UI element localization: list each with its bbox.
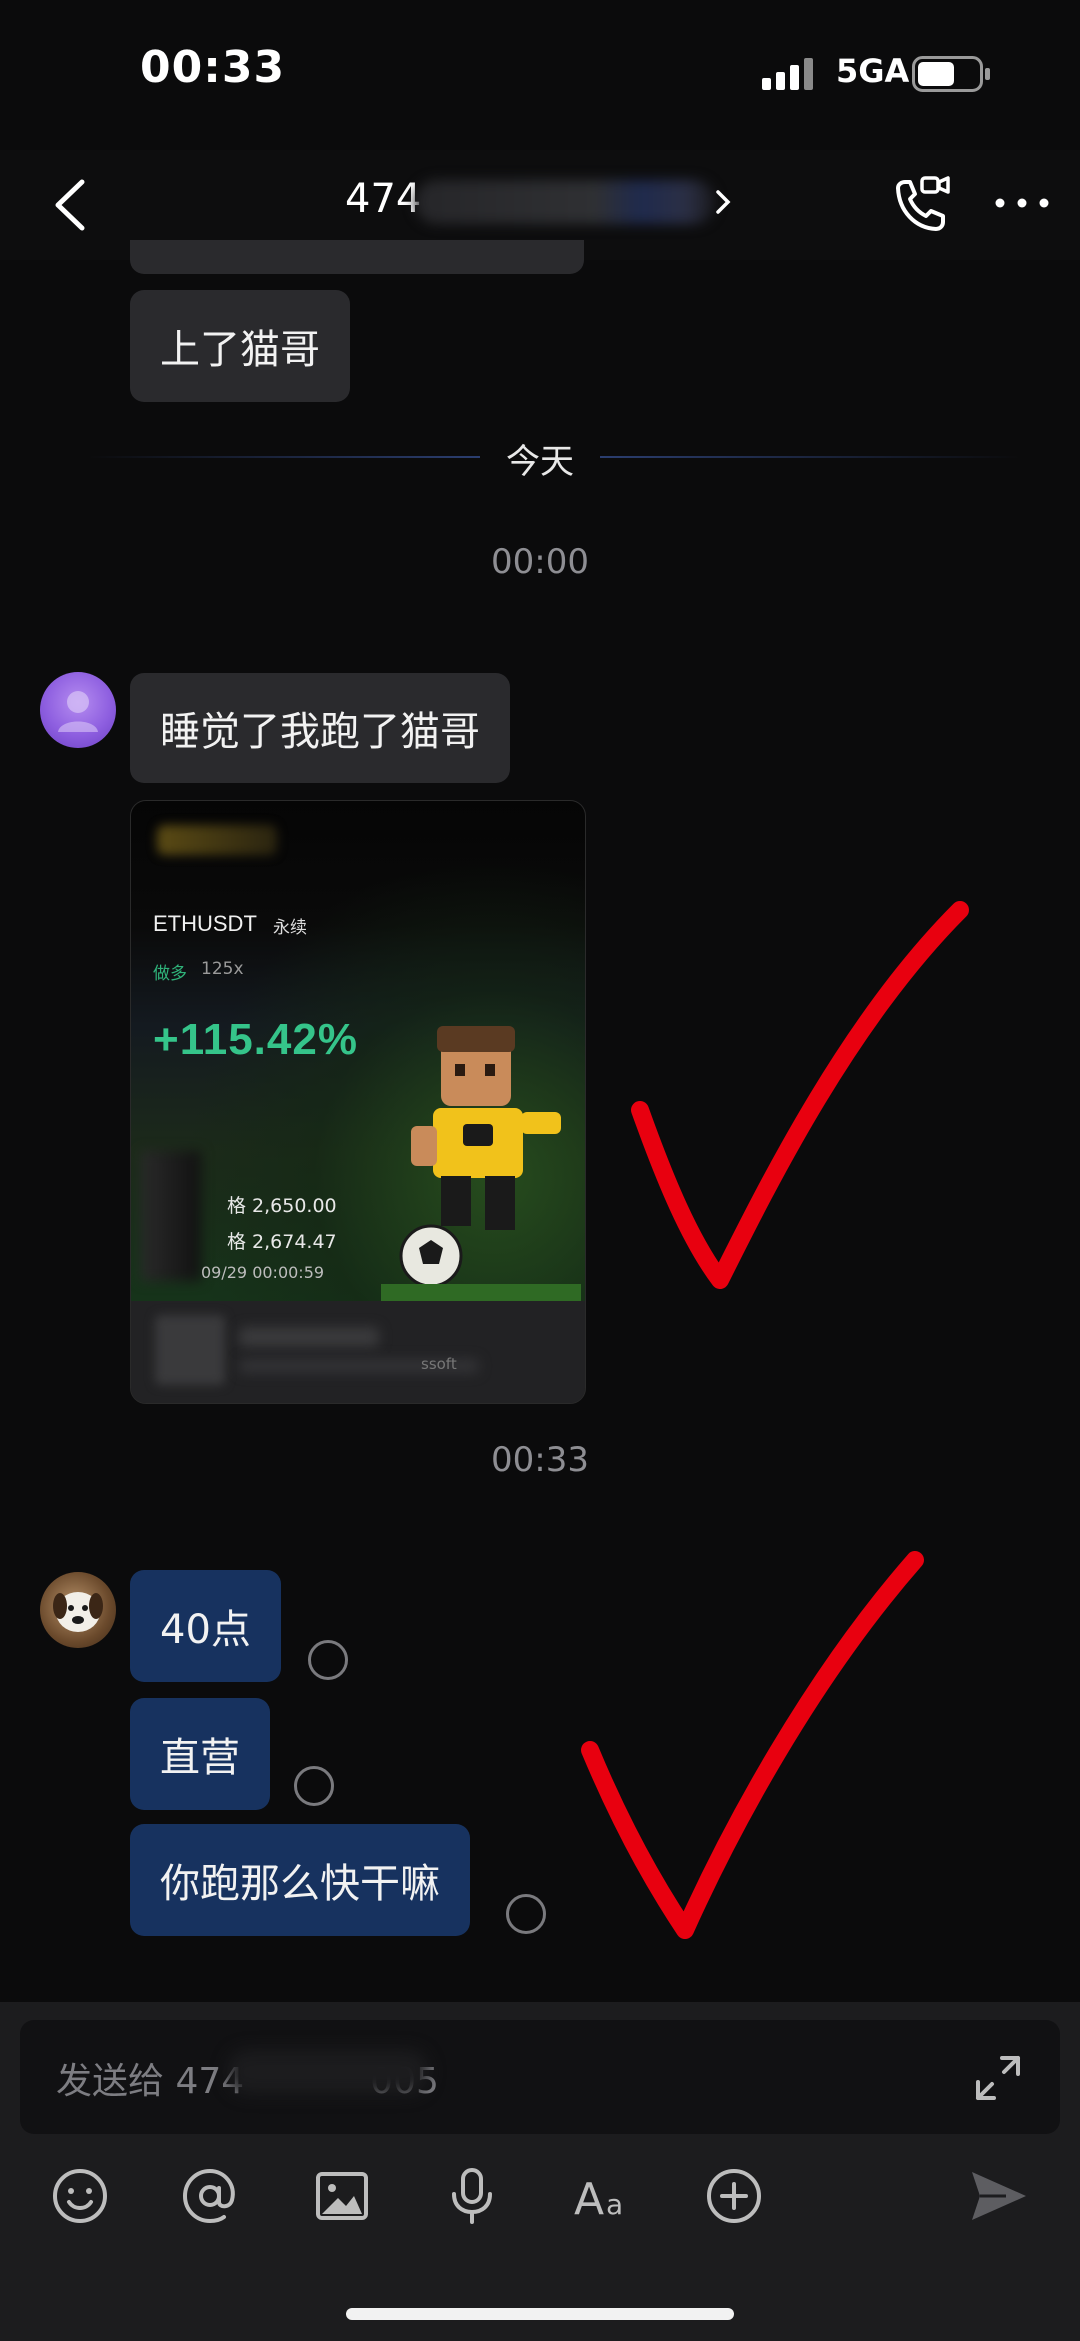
phone-video-icon[interactable] — [888, 174, 954, 234]
poster-leverage: 125x — [201, 959, 244, 979]
send-icon[interactable] — [966, 2164, 1030, 2228]
redacted-thumbnail — [155, 1315, 225, 1385]
message-bubble[interactable]: 睡觉了我跑了猫哥 — [130, 673, 510, 783]
message-timestamp: 00:33 — [491, 1440, 589, 1480]
emoji-icon[interactable] — [48, 2164, 112, 2228]
divider-line — [88, 456, 480, 458]
footballer-illustration — [381, 1026, 581, 1306]
dog-avatar-icon — [53, 1592, 103, 1632]
redacted-recipient — [228, 2050, 428, 2094]
mention-icon[interactable] — [178, 2164, 242, 2228]
redacted-title — [415, 180, 715, 224]
avatar[interactable] — [40, 672, 116, 748]
shared-image-card[interactable]: ETHUSDT 永续 做多 125x +115.42% 格 2,650.00 格… — [130, 800, 586, 1404]
poster-mark-price: 格 2,674.47 — [227, 1231, 337, 1253]
poster-pair: ETHUSDT — [153, 911, 257, 936]
poster-side: 做多 — [153, 964, 187, 984]
exchange-logo — [157, 825, 277, 855]
message-timestamp: 00:00 — [491, 542, 589, 582]
trade-poster: ETHUSDT 永续 做多 125x +115.42% 格 2,650.00 格… — [131, 801, 585, 1306]
person-icon — [58, 691, 98, 732]
expand-icon[interactable] — [970, 2050, 1026, 2106]
poster-contract: 永续 — [273, 918, 307, 938]
placeholder-text: 发送给 474 — [56, 2061, 245, 2102]
plus-circle-icon[interactable] — [702, 2164, 766, 2228]
signal-icon — [762, 58, 813, 90]
poster-entry-price: 格 2,650.00 — [227, 1195, 337, 1217]
back-button[interactable] — [44, 170, 100, 240]
check-mark-annotation — [631, 901, 969, 1289]
card-footer-text: ssoft — [421, 1355, 457, 1373]
image-icon[interactable] — [310, 2164, 374, 2228]
poster-date: 09/29 00:00:59 — [201, 1263, 325, 1282]
svg-text:A: A — [574, 2174, 604, 2225]
message-bubble-partial — [130, 240, 584, 274]
battery-icon — [912, 56, 990, 92]
avatar[interactable] — [40, 1572, 116, 1648]
card-footer: ssoft — [131, 1301, 585, 1403]
poster-gain: +115.42% — [153, 1015, 358, 1064]
chevron-right-icon[interactable] — [712, 184, 734, 220]
text-format-icon[interactable]: A a — [572, 2164, 636, 2228]
message-bubble[interactable]: 上了猫哥 — [130, 290, 350, 402]
home-indicator[interactable] — [346, 2308, 734, 2320]
message-bubble-sent[interactable]: 直营 — [130, 1698, 270, 1810]
redacted-labels — [141, 1151, 201, 1281]
network-label: 5GA — [836, 52, 910, 90]
message-bubble-sent[interactable]: 40点 — [130, 1570, 281, 1682]
unread-status-icon — [294, 1766, 334, 1806]
check-mark-annotation — [581, 1551, 924, 1939]
divider-line — [600, 456, 1020, 458]
more-button[interactable] — [990, 188, 1054, 218]
message-bubble-sent[interactable]: 你跑那么快干嘛 — [130, 1824, 470, 1936]
unread-status-icon — [506, 1894, 546, 1934]
svg-text:a: a — [606, 2188, 623, 2221]
date-divider-label: 今天 — [506, 442, 574, 482]
redacted-text — [239, 1327, 379, 1347]
microphone-icon[interactable] — [440, 2164, 504, 2228]
unread-status-icon — [308, 1640, 348, 1680]
status-time: 00:33 — [140, 42, 286, 93]
chat-title[interactable]: 474 — [345, 176, 421, 222]
